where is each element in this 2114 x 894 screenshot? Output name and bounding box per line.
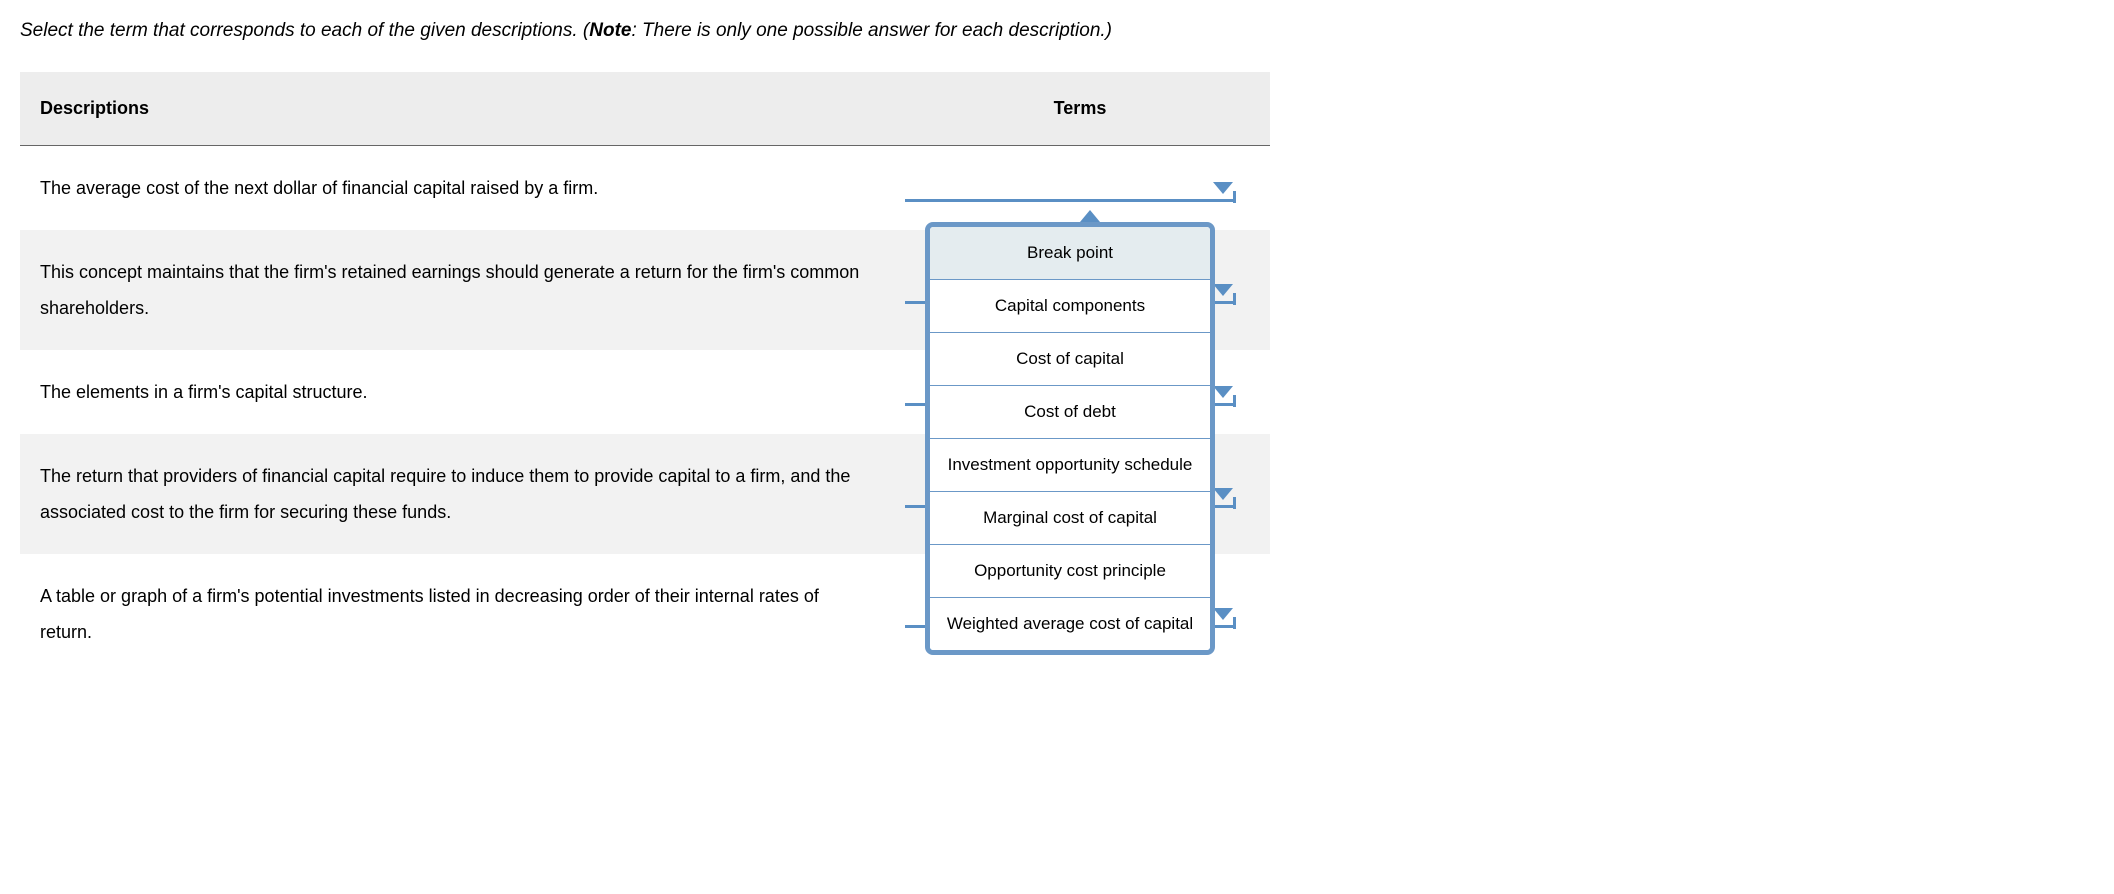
instruction-prefix: Select the term that corresponds to each… [20,20,589,41]
chevron-down-icon [1213,182,1233,194]
column-header-terms: Terms [890,72,1270,145]
dropdown-option[interactable]: Break point [930,227,1210,280]
chevron-down-icon [1213,608,1233,620]
chevron-down-icon [1213,386,1233,398]
dropdown-options-list: Break point Capital components Cost of c… [925,222,1215,655]
chevron-down-icon [1213,488,1233,500]
dropdown-option[interactable]: Opportunity cost principle [930,545,1210,598]
description-cell: This concept maintains that the firm's r… [20,230,890,350]
description-cell: A table or graph of a firm's potential i… [20,554,890,674]
instruction-note-label: Note [589,20,631,41]
matching-table: Descriptions Terms The average cost of t… [20,72,1270,674]
dropdown-underline [905,199,1235,202]
description-cell: The elements in a firm's capital structu… [20,350,890,434]
dropdown-option[interactable]: Cost of capital [930,333,1210,386]
dropdown-open-panel: Break point Capital components Cost of c… [925,210,1215,655]
term-dropdown-1[interactable] [905,174,1235,202]
description-cell: The return that providers of financial c… [20,434,890,554]
table-header-row: Descriptions Terms [20,72,1270,146]
chevron-down-icon [1213,284,1233,296]
dropdown-option[interactable]: Investment opportunity schedule [930,439,1210,492]
chevron-up-icon [1080,210,1100,222]
dropdown-option[interactable]: Cost of debt [930,386,1210,439]
description-cell: The average cost of the next dollar of f… [20,146,890,230]
instruction-text: Select the term that corresponds to each… [20,20,2094,42]
instruction-suffix: : There is only one possible answer for … [631,20,1112,41]
dropdown-option[interactable]: Capital components [930,280,1210,333]
dropdown-option[interactable]: Marginal cost of capital [930,492,1210,545]
dropdown-option[interactable]: Weighted average cost of capital [930,598,1210,650]
column-header-descriptions: Descriptions [20,72,890,145]
